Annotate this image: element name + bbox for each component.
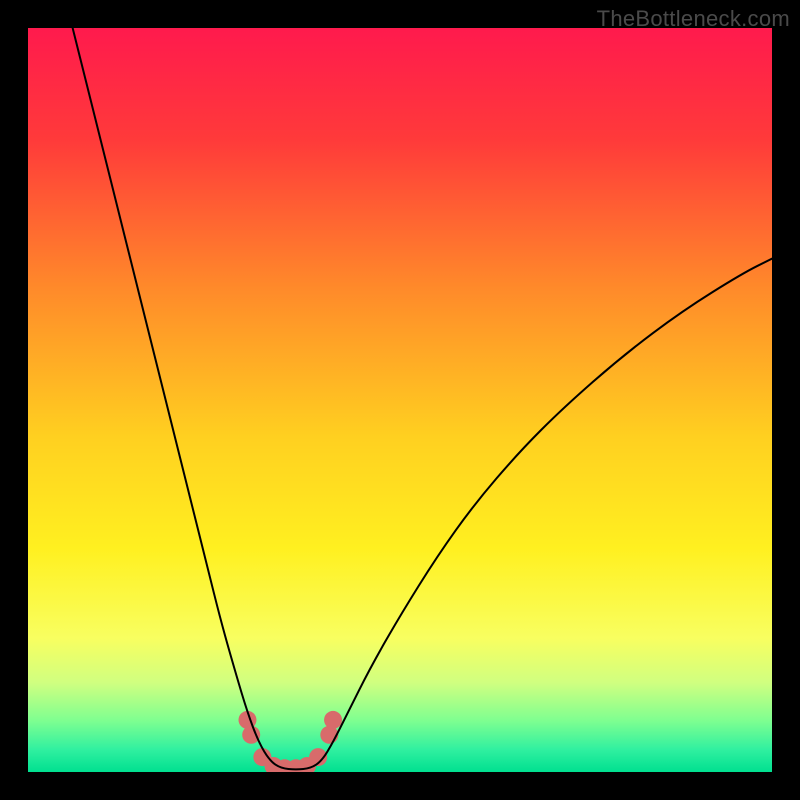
plot-area <box>28 28 772 772</box>
marker-dot <box>324 711 342 729</box>
gradient-background <box>28 28 772 772</box>
watermark-text: TheBottleneck.com <box>597 6 790 32</box>
chart-svg <box>28 28 772 772</box>
marker-dot <box>242 726 260 744</box>
chart-frame: TheBottleneck.com <box>0 0 800 800</box>
